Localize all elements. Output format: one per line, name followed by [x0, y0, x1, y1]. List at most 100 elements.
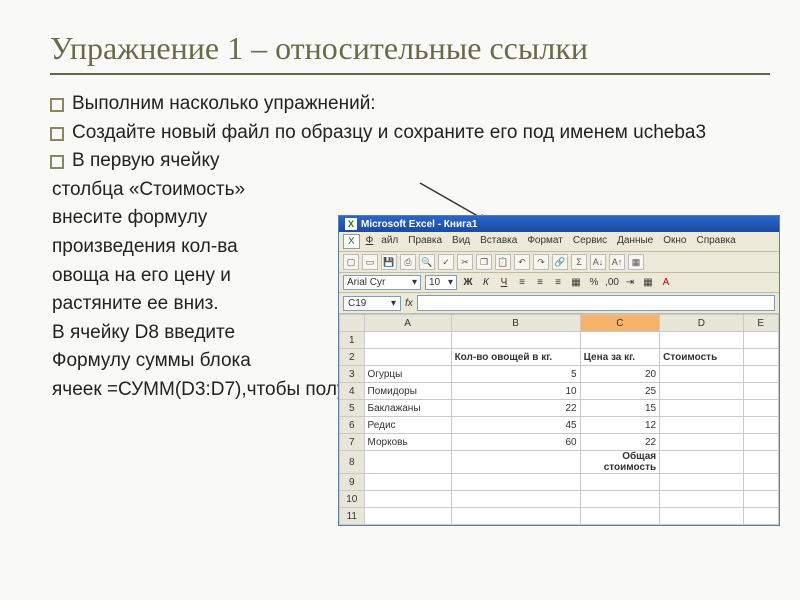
col-header-d[interactable]: D [660, 315, 743, 332]
decimal-inc-icon[interactable]: ,00 [605, 276, 619, 290]
align-center-icon[interactable]: ≡ [533, 276, 547, 290]
cell[interactable] [660, 491, 743, 508]
cell[interactable] [364, 474, 451, 491]
cell[interactable] [364, 349, 451, 366]
new-icon[interactable]: ▢ [343, 254, 359, 270]
row-header[interactable]: 8 [340, 451, 365, 474]
open-icon[interactable]: ▭ [362, 254, 378, 270]
cell-a[interactable]: Помидоры [364, 383, 451, 400]
borders-icon[interactable]: ▦ [641, 276, 655, 290]
cell[interactable] [660, 400, 743, 417]
align-left-icon[interactable]: ≡ [515, 276, 529, 290]
header-d[interactable]: Стоимость [660, 349, 743, 366]
menu-tools[interactable]: Сервис [569, 234, 611, 249]
cell-a[interactable]: Морковь [364, 434, 451, 451]
formula-bar[interactable] [417, 295, 775, 311]
currency-icon[interactable]: % [587, 276, 601, 290]
cell[interactable] [660, 417, 743, 434]
cell[interactable] [451, 474, 580, 491]
cell[interactable] [743, 508, 778, 525]
cell-c[interactable]: 25 [580, 383, 660, 400]
cell-c[interactable]: 20 [580, 366, 660, 383]
cell[interactable] [451, 508, 580, 525]
cell-a[interactable]: Огурцы [364, 366, 451, 383]
cell[interactable] [660, 508, 743, 525]
cell[interactable] [743, 332, 778, 349]
menu-help[interactable]: Справка [692, 234, 739, 249]
menu-data[interactable]: Данные [613, 234, 657, 249]
cell[interactable] [743, 400, 778, 417]
cell[interactable] [364, 508, 451, 525]
row-header[interactable]: 4 [340, 383, 365, 400]
cell-b[interactable]: 22 [451, 400, 580, 417]
cut-icon[interactable]: ✂ [457, 254, 473, 270]
cell[interactable] [743, 366, 778, 383]
cell[interactable] [580, 508, 660, 525]
preview-icon[interactable]: 🔍 [419, 254, 435, 270]
row-header[interactable]: 7 [340, 434, 365, 451]
sort-desc-icon[interactable]: A↑ [609, 254, 625, 270]
cell[interactable] [743, 349, 778, 366]
menu-file[interactable]: Файл [362, 234, 403, 249]
cell-b[interactable]: 10 [451, 383, 580, 400]
col-header-a[interactable]: A [364, 315, 451, 332]
sum-icon[interactable]: Σ [571, 254, 587, 270]
link-icon[interactable]: 🔗 [552, 254, 568, 270]
name-box[interactable]: C19 ▾ [343, 296, 401, 311]
cell-b[interactable]: 60 [451, 434, 580, 451]
cell-c[interactable]: 15 [580, 400, 660, 417]
row-header[interactable]: 5 [340, 400, 365, 417]
menu-format[interactable]: Формат [523, 234, 567, 249]
fx-icon[interactable]: fx [405, 298, 413, 309]
header-b[interactable]: Кол-во овощей в кг. [451, 349, 580, 366]
total-label[interactable]: Общая стоимость [580, 451, 660, 474]
cell[interactable] [364, 332, 451, 349]
paste-icon[interactable]: 📋 [495, 254, 511, 270]
cell[interactable] [743, 434, 778, 451]
cell[interactable] [660, 383, 743, 400]
cell[interactable] [580, 332, 660, 349]
cell-c[interactable]: 22 [580, 434, 660, 451]
select-all-corner[interactable] [340, 315, 365, 332]
row-header[interactable]: 6 [340, 417, 365, 434]
cell[interactable] [364, 491, 451, 508]
menu-view[interactable]: Вид [448, 234, 474, 249]
bold-button[interactable]: Ж [461, 276, 475, 290]
cell[interactable] [743, 451, 778, 474]
underline-button[interactable]: Ч [497, 276, 511, 290]
header-c[interactable]: Цена за кг. [580, 349, 660, 366]
copy-icon[interactable]: ❐ [476, 254, 492, 270]
menu-edit[interactable]: Правка [404, 234, 446, 249]
cell-a[interactable]: Баклажаны [364, 400, 451, 417]
row-header[interactable]: 1 [340, 332, 365, 349]
row-header[interactable]: 11 [340, 508, 365, 525]
cell[interactable] [743, 417, 778, 434]
excel-grid[interactable]: A B C D E 1 2Кол-во овощей в кг.Цена за … [339, 314, 779, 525]
menu-insert[interactable]: Вставка [476, 234, 521, 249]
col-header-c[interactable]: C [580, 315, 660, 332]
cell[interactable] [580, 491, 660, 508]
print-icon[interactable]: ⎙ [400, 254, 416, 270]
cell-b[interactable]: 45 [451, 417, 580, 434]
cell[interactable] [660, 366, 743, 383]
save-icon[interactable]: 💾 [381, 254, 397, 270]
chart-icon[interactable]: ▦ [628, 254, 644, 270]
col-header-e[interactable]: E [743, 315, 778, 332]
cell[interactable] [743, 383, 778, 400]
merge-icon[interactable]: ▦ [569, 276, 583, 290]
cell-c[interactable]: 12 [580, 417, 660, 434]
align-right-icon[interactable]: ≡ [551, 276, 565, 290]
cell[interactable] [451, 451, 580, 474]
cell[interactable] [364, 451, 451, 474]
sort-asc-icon[interactable]: A↓ [590, 254, 606, 270]
undo-icon[interactable]: ↶ [514, 254, 530, 270]
indent-icon[interactable]: ⇥ [623, 276, 637, 290]
spell-icon[interactable]: ✓ [438, 254, 454, 270]
row-header[interactable]: 2 [340, 349, 365, 366]
menu-window[interactable]: Окно [659, 234, 690, 249]
font-color-icon[interactable]: A [659, 276, 673, 290]
cell[interactable] [451, 491, 580, 508]
font-size-selector[interactable]: 10 ▾ [425, 275, 457, 290]
row-header[interactable]: 3 [340, 366, 365, 383]
cell[interactable] [660, 474, 743, 491]
